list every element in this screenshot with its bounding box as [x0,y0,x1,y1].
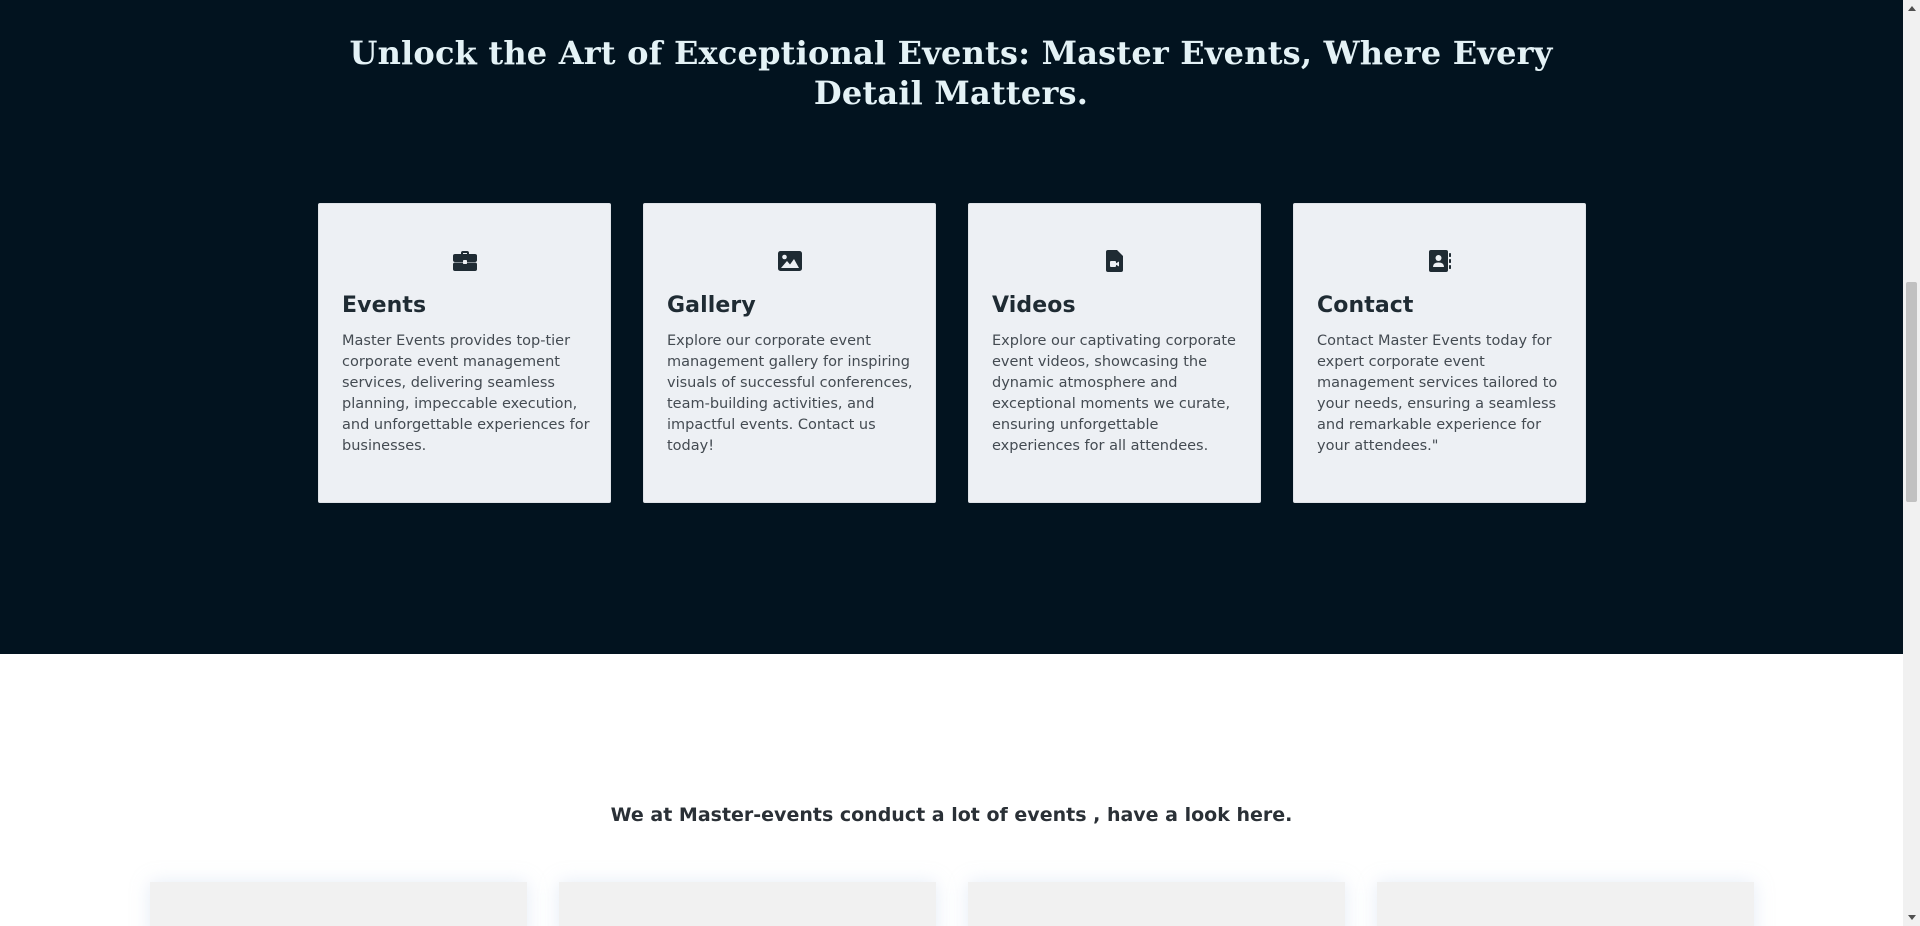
event-tile[interactable] [150,882,527,926]
card-contact[interactable]: Contact Contact Master Events today for … [1293,203,1586,503]
card-text: Master Events provides top-tier corporat… [342,333,590,454]
card-title: Gallery [667,293,756,318]
card-gallery[interactable]: Gallery Explore our corporate event mana… [643,203,936,503]
event-tile[interactable] [559,882,936,926]
card-text: Explore our corporate event management g… [667,333,913,454]
page-scrollbar[interactable] [1903,0,1920,926]
event-tile[interactable] [968,882,1345,926]
briefcase-icon [452,249,478,273]
hero-section: Unlock the Art of Exceptional Events: Ma… [0,0,1903,654]
scrollbar-thumb[interactable] [1906,282,1917,502]
event-tile[interactable] [1377,882,1754,926]
scroll-down-arrow-icon[interactable] [1903,909,1920,926]
card-title: Events [342,293,427,318]
card-title: Videos [992,293,1076,318]
events-section-heading: We at Master-events conduct a lot of eve… [610,804,1293,826]
video-file-icon [1102,249,1128,273]
image-icon [777,249,803,273]
feature-cards: Events Master Events provides top-tier c… [318,203,1586,503]
scroll-up-arrow-icon[interactable] [1903,0,1920,17]
card-videos[interactable]: Videos Explore our captivating corporate… [968,203,1261,503]
card-text: Explore our captivating corporate event … [992,333,1236,454]
page: Unlock the Art of Exceptional Events: Ma… [0,0,1920,926]
events-gallery [150,882,1754,926]
card-text: Contact Master Events today for expert c… [1317,333,1558,454]
hero-title: Unlock the Art of Exceptional Events: Ma… [349,34,1553,112]
card-title: Contact [1317,293,1414,318]
address-book-icon [1427,249,1453,273]
card-events[interactable]: Events Master Events provides top-tier c… [318,203,611,503]
